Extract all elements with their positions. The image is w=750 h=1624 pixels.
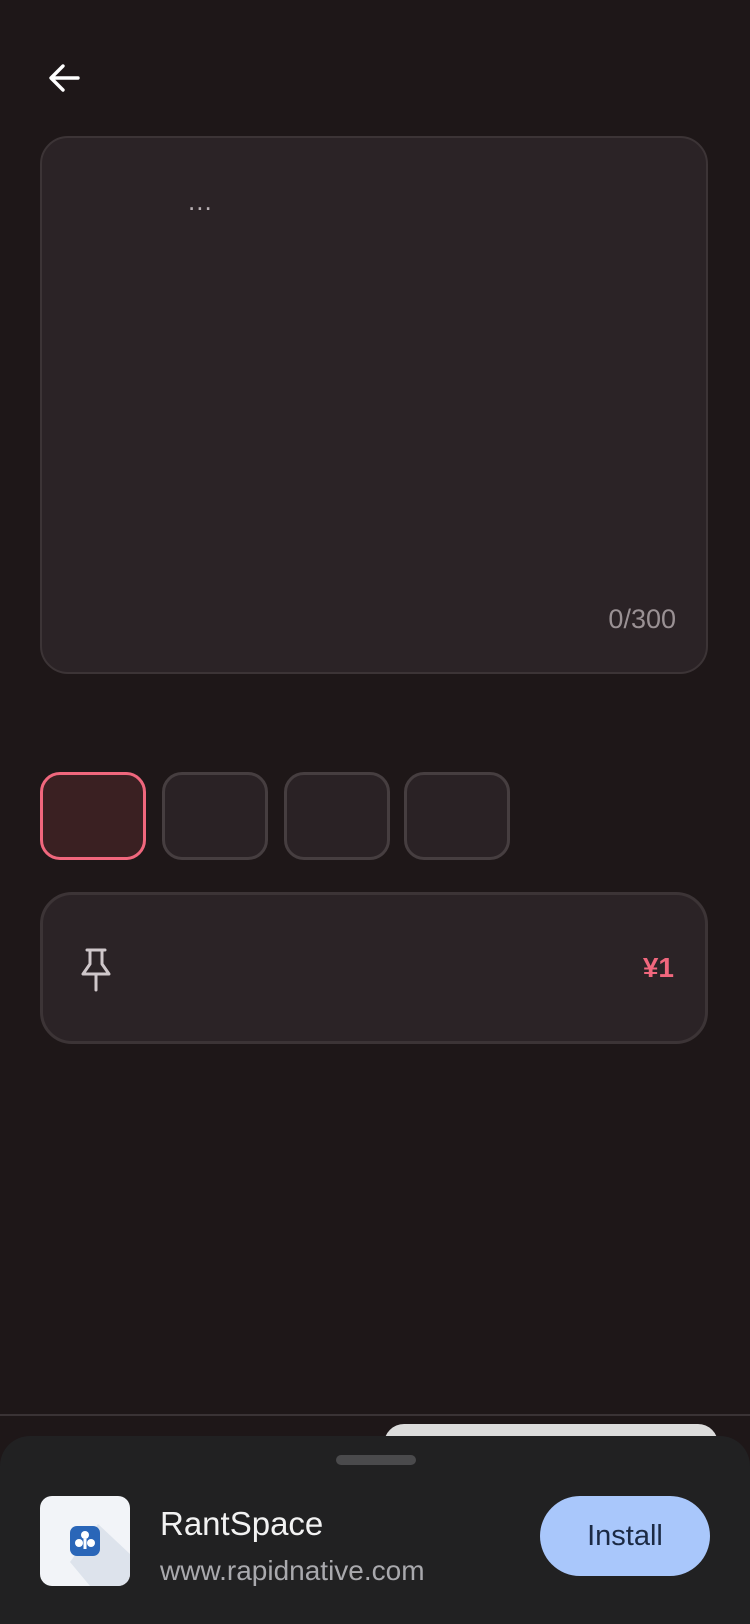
sheet-drag-handle[interactable] [336, 1455, 416, 1465]
color-swatch-1[interactable] [40, 772, 146, 860]
install-button[interactable]: Install [540, 1496, 710, 1576]
divider [0, 1414, 750, 1416]
arrow-left-icon [49, 64, 80, 92]
color-swatch-3[interactable] [284, 772, 390, 860]
color-swatch-2[interactable] [162, 772, 268, 860]
color-swatch-4[interactable] [404, 772, 510, 860]
pin-price: ¥1 [642, 952, 674, 983]
text-placeholder: ... [188, 186, 213, 216]
pin-icon [81, 948, 111, 992]
back-button[interactable] [36, 50, 92, 106]
app-name: RantSpace [160, 1505, 324, 1542]
pin-post-option[interactable] [40, 892, 708, 1044]
rantspace-app-icon [40, 1496, 130, 1586]
app-url: www.rapidnative.com [160, 1555, 425, 1586]
character-counter: 0/300 [608, 604, 676, 634]
post-text-area[interactable] [40, 136, 708, 674]
